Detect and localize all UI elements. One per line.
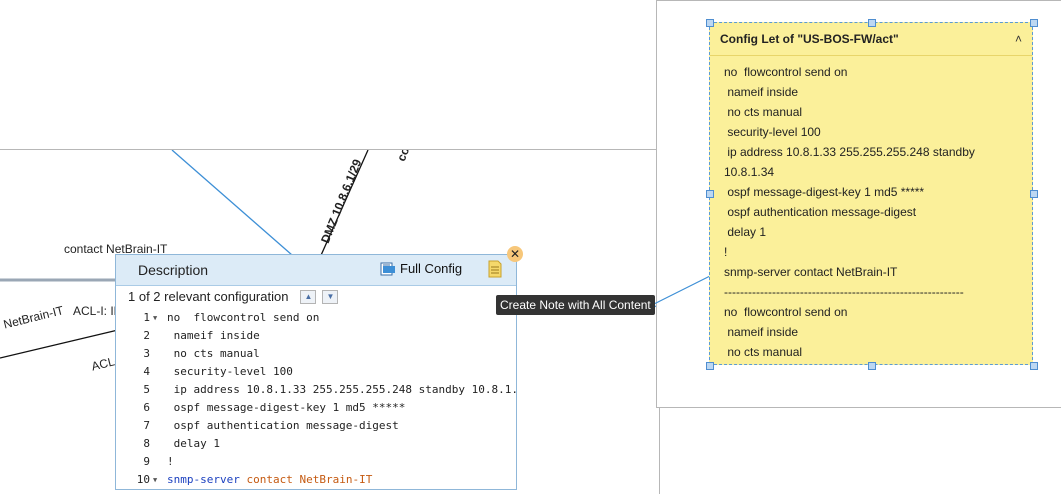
note-line: nameif inside bbox=[724, 85, 799, 99]
code-keyword: snmp-server bbox=[167, 473, 240, 486]
note-line: no cts manual bbox=[724, 105, 803, 119]
map-link-acl[interactable] bbox=[0, 329, 119, 359]
resize-handle-left[interactable] bbox=[706, 190, 714, 198]
line-number: 5 bbox=[143, 383, 150, 396]
code-line: 8 delay 1 bbox=[116, 435, 516, 453]
resize-handle-top[interactable] bbox=[868, 19, 876, 27]
description-title: Description bbox=[138, 262, 209, 278]
fold-toggle-icon[interactable]: ▼ bbox=[153, 309, 157, 327]
code-text: ! bbox=[167, 455, 174, 468]
code-text: ospf message-digest-key 1 md5 ***** bbox=[167, 401, 406, 414]
code-text: snmp-server contact NetBrain-IT bbox=[167, 471, 372, 489]
collapse-icon[interactable]: ˄ bbox=[1015, 32, 1022, 46]
line-number: 10 bbox=[136, 473, 150, 486]
code-line: 10 ▼ snmp-server contact NetBrain-IT bbox=[116, 471, 516, 489]
resize-handle-top-right[interactable] bbox=[1030, 19, 1038, 27]
note-line: ospf authentication message-digest bbox=[724, 205, 917, 219]
resize-handle-top-left[interactable] bbox=[706, 19, 714, 27]
code-line: 5 ip address 10.8.1.33 255.255.255.248 s… bbox=[116, 381, 517, 399]
code-line: 4 security-level 100 bbox=[116, 363, 516, 381]
code-line: 3 no cts manual bbox=[116, 345, 516, 363]
map-link-blue[interactable] bbox=[171, 150, 301, 263]
code-text: security-level 100 bbox=[167, 365, 293, 378]
note-line: ip address 10.8.1.33 255.255.255.248 sta… bbox=[724, 145, 975, 159]
note-icon bbox=[488, 260, 502, 278]
code-text: ospf authentication message-digest bbox=[167, 419, 399, 432]
fold-toggle-icon[interactable]: ▼ bbox=[153, 471, 157, 489]
line-number: 4 bbox=[143, 365, 150, 378]
note-header[interactable]: Config Let of "US-BOS-FW/act" ˄ bbox=[710, 23, 1032, 56]
resize-handle-right[interactable] bbox=[1030, 190, 1038, 198]
note-title: Config Let of "US-BOS-FW/act" bbox=[720, 32, 899, 46]
note-connector bbox=[650, 275, 711, 307]
note-line: ! bbox=[724, 245, 728, 259]
resize-handle-bottom[interactable] bbox=[868, 362, 876, 370]
note-line: security-level 100 bbox=[724, 125, 821, 139]
relevant-config-nav: 1 of 2 relevant configuration ▲ ▼ bbox=[128, 289, 339, 304]
code-text: no cts manual bbox=[167, 347, 260, 360]
line-number: 8 bbox=[143, 437, 150, 450]
create-note-tooltip: Create Note with All Content bbox=[496, 295, 655, 315]
description-panel[interactable]: Description Full Config 1 of 2 relevant … bbox=[115, 254, 517, 490]
relevant-config-text: 1 of 2 relevant configuration bbox=[128, 289, 289, 304]
code-text: delay 1 bbox=[167, 437, 220, 450]
line-number: 6 bbox=[143, 401, 150, 414]
code-keyword-mid: contact bbox=[239, 473, 300, 486]
code-line: 1 ▼ no flowcontrol send on bbox=[116, 309, 516, 327]
code-line: 7 ospf authentication message-digest bbox=[116, 417, 516, 435]
note-line: no flowcontrol send on bbox=[724, 65, 848, 79]
resize-handle-bottom-right[interactable] bbox=[1030, 362, 1038, 370]
code-text: nameif inside bbox=[167, 329, 260, 342]
note-line: ospf message-digest-key 1 md5 ***** bbox=[724, 185, 925, 199]
note-line: no cts manual bbox=[724, 345, 803, 359]
code-line: 6 ospf message-digest-key 1 md5 ***** bbox=[116, 399, 516, 417]
note-line: 10.8.1.34 bbox=[724, 165, 775, 179]
code-text: no flowcontrol send on bbox=[167, 311, 320, 324]
line-number: 9 bbox=[143, 455, 150, 468]
note-line: snmp-server contact NetBrain-IT bbox=[724, 265, 898, 279]
line-number: 3 bbox=[143, 347, 150, 360]
config-code-view[interactable]: 1 ▼ no flowcontrol send on 2 nameif inside 3… bbox=[116, 309, 517, 489]
config-note[interactable]: Config Let of "US-BOS-FW/act" ˄ no flowc… bbox=[709, 22, 1033, 365]
line-number: 2 bbox=[143, 329, 150, 342]
close-icon[interactable]: ✕ bbox=[507, 246, 523, 262]
description-header: Description Full Config bbox=[116, 255, 516, 286]
note-line: no flowcontrol send on bbox=[724, 305, 848, 319]
previous-config-button[interactable]: ▲ bbox=[300, 289, 317, 304]
note-body[interactable]: no flowcontrol send on nameif inside no … bbox=[710, 56, 1032, 362]
resize-handle-bottom-left[interactable] bbox=[706, 362, 714, 370]
full-config-label: Full Config bbox=[400, 261, 463, 276]
code-text: ip address 10.8.1.33 255.255.255.248 sta… bbox=[167, 383, 517, 396]
config-file-icon bbox=[380, 262, 395, 275]
line-number: 1 bbox=[143, 311, 150, 324]
note-line: ----------------------------------------… bbox=[724, 285, 964, 299]
code-value: NetBrain-IT bbox=[299, 473, 373, 486]
line-number: 7 bbox=[143, 419, 150, 432]
next-config-button[interactable]: ▼ bbox=[322, 289, 339, 304]
note-line: nameif inside bbox=[724, 325, 799, 339]
create-note-button[interactable] bbox=[487, 260, 503, 278]
code-line: 2 nameif inside bbox=[116, 327, 516, 345]
note-line: delay 1 bbox=[724, 225, 767, 239]
code-line: 9! bbox=[116, 453, 516, 471]
full-config-button[interactable]: Full Config bbox=[380, 261, 462, 276]
